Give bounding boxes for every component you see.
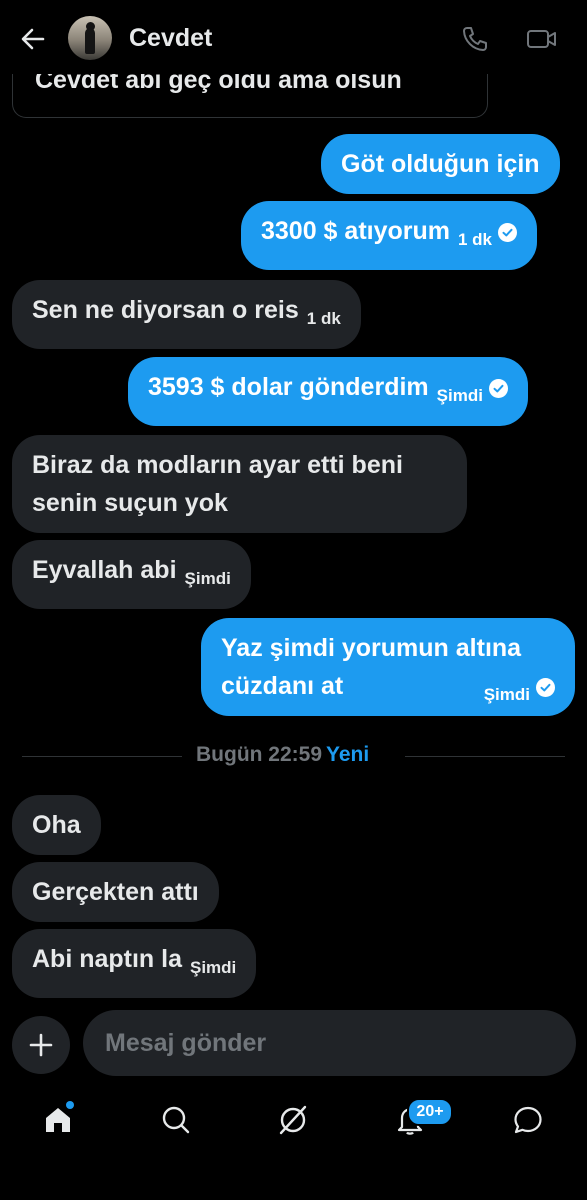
message-text: Sen ne diyorsan o reis <box>32 296 299 324</box>
message-text: Abi naptın la <box>32 945 182 973</box>
message-list: Cevdet abi geç oldu ama olsun Göt olduğu… <box>0 0 587 1000</box>
message-text: Göt olduğun için <box>341 150 540 178</box>
outgoing-message[interactable]: Göt olduğun için <box>321 134 560 194</box>
message-input[interactable]: Mesaj gönder <box>83 1010 576 1076</box>
chat-header: Cevdet <box>0 0 587 74</box>
message-time: 1 dk <box>458 230 493 249</box>
divider-label: Bugün 22:59 Yeni <box>196 743 369 767</box>
grok-icon[interactable] <box>277 1104 309 1136</box>
incoming-message[interactable]: Sen ne diyorsan o reis 1 dk <box>12 280 361 349</box>
outgoing-message[interactable]: 3300 $ atıyorum 1 dk <box>241 201 538 270</box>
seen-check-icon <box>488 379 508 398</box>
plus-icon <box>29 1033 53 1057</box>
back-arrow-icon[interactable] <box>18 24 48 54</box>
message-time: Şimdi <box>190 958 237 977</box>
message-text: 3300 $ atıyorum <box>261 217 450 245</box>
incoming-message[interactable]: Oha <box>12 795 101 855</box>
seen-check-icon <box>536 678 555 697</box>
contact-name[interactable]: Cevdet <box>129 24 212 53</box>
message-text-line: senin suçun yok <box>32 489 228 517</box>
seen-check-icon <box>498 223 518 242</box>
divider-time: Bugün 22:59 <box>196 743 323 766</box>
message-text-line: cüzdanı at <box>221 672 344 700</box>
message-text-line: Biraz da modların ayar etti beni <box>32 451 403 479</box>
divider-line <box>22 756 182 757</box>
message-time: Şimdi <box>184 569 231 588</box>
message-text: Oha <box>32 811 81 839</box>
avatar-figure-body <box>85 28 95 54</box>
message-text: Eyvallah abi <box>32 556 177 584</box>
home-unread-dot <box>66 1101 74 1109</box>
message-time: Şimdi <box>436 386 483 405</box>
outgoing-message[interactable]: 3593 $ dolar gönderdim Şimdi <box>128 357 528 426</box>
add-attachment-button[interactable] <box>12 1016 70 1074</box>
message-text: 3593 $ dolar gönderdim <box>148 373 429 401</box>
phone-icon[interactable] <box>460 24 490 54</box>
video-call-icon[interactable] <box>526 24 558 54</box>
incoming-message[interactable]: Gerçekten attı <box>12 862 219 922</box>
outgoing-message[interactable]: Yaz şimdi yorumun altına cüzdanı at Şimd… <box>201 618 575 716</box>
incoming-message[interactable]: Abi naptın la Şimdi <box>12 929 257 998</box>
divider-line <box>405 756 565 757</box>
message-text-line: Yaz şimdi yorumun altına <box>221 634 522 662</box>
incoming-message[interactable]: Biraz da modların ayar etti beni senin s… <box>12 435 467 533</box>
incoming-message[interactable]: Eyvallah abi Şimdi <box>12 540 251 609</box>
message-text: Gerçekten attı <box>32 878 199 906</box>
messages-icon[interactable] <box>512 1104 544 1136</box>
search-icon[interactable] <box>160 1104 192 1136</box>
avatar[interactable] <box>68 16 112 60</box>
message-input-placeholder: Mesaj gönder <box>105 1029 267 1057</box>
message-time: 1 dk <box>306 309 341 328</box>
notification-count-badge: 20+ <box>407 1098 453 1126</box>
message-time: Şimdi <box>483 685 530 704</box>
new-label: Yeni <box>326 743 370 766</box>
